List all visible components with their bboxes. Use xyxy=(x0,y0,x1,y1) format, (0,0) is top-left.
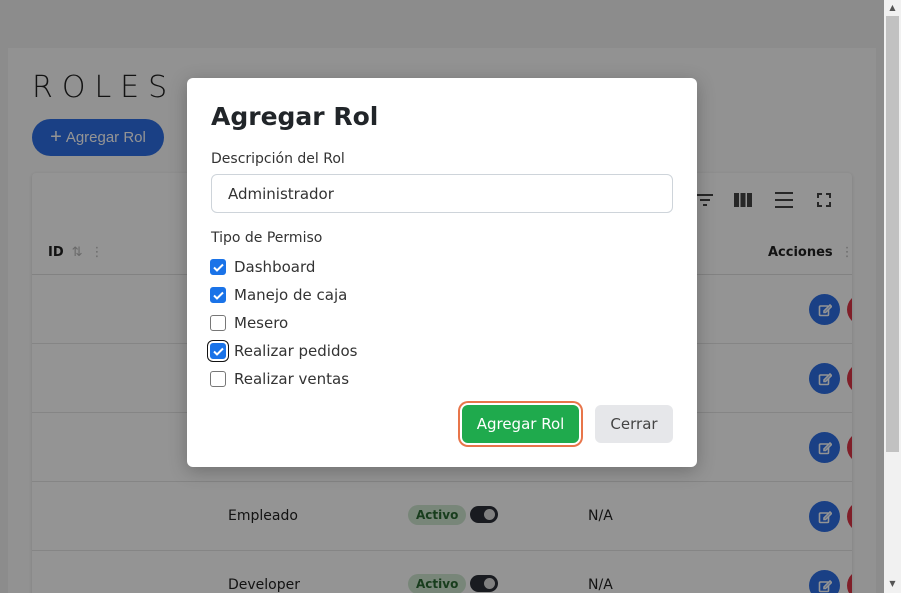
permission-label: Realizar pedidos xyxy=(234,342,358,360)
permission-realizar-pedidos[interactable]: Realizar pedidos xyxy=(210,341,357,361)
description-label: Descripción del Rol xyxy=(211,151,345,167)
permission-label: Realizar ventas xyxy=(234,370,350,388)
submit-role-button[interactable]: Agregar Rol xyxy=(462,405,579,443)
permission-label: Manejo de caja xyxy=(234,286,348,304)
checkbox-checked[interactable] xyxy=(210,287,226,303)
permission-realizar-ventas[interactable]: Realizar ventas xyxy=(210,369,349,389)
permission-mesero[interactable]: Mesero xyxy=(210,313,288,333)
description-input[interactable] xyxy=(211,174,673,213)
scroll-up-icon[interactable]: ▲ xyxy=(887,2,898,14)
scroll-down-icon[interactable]: ▼ xyxy=(887,578,898,590)
close-button[interactable]: Cerrar xyxy=(595,405,673,443)
permission-dashboard[interactable]: Dashboard xyxy=(210,257,315,277)
add-role-modal: Agregar Rol Descripción del Rol Tipo de … xyxy=(187,78,697,467)
checkbox-unchecked[interactable] xyxy=(210,315,226,331)
checkbox-unchecked[interactable] xyxy=(210,371,226,387)
page-scrollbar[interactable]: ▲ ▼ xyxy=(884,0,901,593)
checkbox-checked[interactable] xyxy=(210,343,226,359)
checkbox-checked[interactable] xyxy=(210,259,226,275)
modal-title: Agregar Rol xyxy=(211,102,379,131)
scrollbar-thumb[interactable] xyxy=(886,16,899,452)
permissions-label: Tipo de Permiso xyxy=(211,230,323,246)
permission-label: Mesero xyxy=(234,314,289,332)
permission-manejo-de-caja[interactable]: Manejo de caja xyxy=(210,285,347,305)
permission-label: Dashboard xyxy=(234,258,316,276)
